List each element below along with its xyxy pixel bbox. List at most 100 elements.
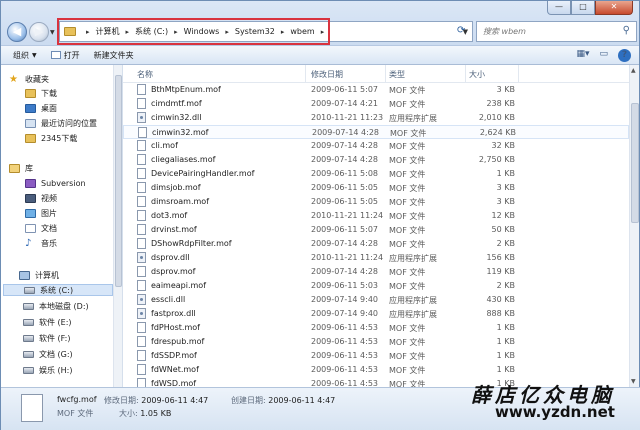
nav-computer[interactable]: 计算机 (19, 269, 59, 281)
column-divider[interactable] (385, 65, 386, 83)
breadcrumb-computer[interactable]: 计算机 (96, 26, 120, 37)
nav-music[interactable]: ♪ 音乐 (25, 237, 57, 249)
table-row[interactable]: DShowRdpFilter.mof 2009-07-14 4:28 MOF 文件 2… (123, 237, 629, 251)
preview-pane-icon[interactable]: ▭ (599, 49, 608, 62)
chevron-right-icon[interactable]: ▸ (174, 28, 178, 36)
file-date: 2009-06-11 4:53 (311, 351, 378, 360)
minimize-button[interactable]: — (547, 1, 571, 15)
file-scroll-thumb[interactable] (631, 103, 639, 223)
table-row[interactable]: dimsjob.mof 2009-06-11 5:05 MOF 文件 3 KB (123, 181, 629, 195)
file-size: 2,750 KB (478, 155, 515, 164)
table-row[interactable]: cimwin32.mof 2009-07-14 4:28 MOF 文件 2,624 K… (123, 125, 629, 139)
file-name: fdSSDP.mof (151, 351, 197, 360)
column-divider[interactable] (465, 65, 466, 83)
new-folder-button[interactable]: 新建文件夹 (94, 50, 134, 61)
nav-2345-label: 2345下载 (41, 133, 78, 143)
search-input[interactable] (483, 27, 613, 36)
table-row[interactable]: esscli.dll 2009-07-14 9:40 应用程序扩展 430 KB (123, 293, 629, 307)
chevron-right-icon[interactable]: ▸ (281, 28, 285, 36)
nav-downloads-label: 下载 (41, 88, 57, 98)
back-button[interactable]: ◀ (7, 22, 27, 42)
recent-pages-dropdown[interactable]: ▼ (50, 29, 55, 36)
table-row[interactable]: cimdmtf.mof 2009-07-14 4:21 MOF 文件 238 KB (123, 97, 629, 111)
nav-favorites[interactable]: ★ 收藏夹 (9, 73, 49, 85)
organize-button[interactable]: 组织 ▼ (13, 50, 37, 61)
mof-file-icon (137, 364, 146, 375)
nav-drive-e[interactable]: 软件 (E:) (23, 316, 72, 328)
refresh-icon[interactable]: ⟳ (457, 25, 465, 36)
column-divider[interactable] (518, 65, 519, 83)
nav-drive-f[interactable]: 软件 (F:) (23, 332, 70, 344)
column-size[interactable]: 大小 (469, 69, 485, 80)
column-date[interactable]: 修改日期 (311, 69, 343, 80)
scroll-up-icon[interactable]: ▲ (631, 67, 636, 74)
table-row[interactable]: dsprov.dll 2010-11-21 11:24 应用程序扩展 156 KB (123, 251, 629, 265)
forward-button[interactable]: ▶ (29, 22, 49, 42)
details-modified: 修改日期: 2009-06-11 4:47 (104, 395, 208, 406)
breadcrumb-drive-c[interactable]: 系统 (C:) (135, 26, 168, 37)
chevron-right-icon[interactable]: ▸ (225, 28, 229, 36)
view-options-icon[interactable]: ▦▾ (576, 49, 589, 62)
breadcrumb-wbem[interactable]: wbem (290, 27, 314, 36)
column-type[interactable]: 类型 (389, 69, 405, 80)
breadcrumb-system32[interactable]: System32 (235, 27, 275, 36)
file-date: 2009-07-14 4:28 (311, 267, 378, 276)
table-row[interactable]: fastprox.dll 2009-07-14 9:40 应用程序扩展 888 KB (123, 307, 629, 321)
table-row[interactable]: dsprov.mof 2009-07-14 4:28 MOF 文件 119 KB (123, 265, 629, 279)
table-row[interactable]: fdWNet.mof 2009-06-11 4:53 MOF 文件 1 KB (123, 363, 629, 377)
nav-libraries[interactable]: 库 (9, 162, 33, 174)
table-row[interactable]: eaimeapi.mof 2009-06-11 5:03 MOF 文件 2 KB (123, 279, 629, 293)
nav-drive-d[interactable]: 本地磁盘 (D:) (23, 300, 89, 312)
nav-desktop[interactable]: 桌面 (25, 102, 57, 114)
nav-recent-places[interactable]: 最近访问的位置 (25, 117, 97, 129)
column-divider[interactable] (305, 65, 306, 83)
chevron-right-icon[interactable]: ▸ (86, 28, 90, 36)
nav-scroll-thumb[interactable] (115, 75, 122, 287)
table-row[interactable]: fdPHost.mof 2009-06-11 4:53 MOF 文件 1 KB (123, 321, 629, 335)
nav-downloads[interactable]: 下载 (25, 87, 57, 99)
table-row[interactable]: fdSSDP.mof 2009-06-11 4:53 MOF 文件 1 KB (123, 349, 629, 363)
video-icon (25, 193, 36, 203)
nav-pictures[interactable]: 图片 (25, 207, 57, 219)
size-label: 大小: (119, 409, 138, 418)
nav-scrollbar[interactable] (113, 65, 122, 387)
table-row[interactable]: dot3.mof 2010-11-21 11:24 MOF 文件 12 KB (123, 209, 629, 223)
nav-drive-c[interactable]: 系统 (C:) (3, 284, 113, 296)
nav-drive-g[interactable]: 文档 (G:) (23, 348, 73, 360)
breadcrumb-windows[interactable]: Windows (184, 27, 220, 36)
search-icon[interactable]: ⚲ (623, 25, 630, 36)
table-row[interactable]: cli.mof 2009-07-14 4:28 MOF 文件 32 KB (123, 139, 629, 153)
file-list-scrollbar[interactable]: ▲ ▼ (629, 65, 639, 387)
table-row[interactable]: dimsroam.mof 2009-06-11 5:05 MOF 文件 3 KB (123, 195, 629, 209)
chevron-right-icon[interactable]: ▸ (126, 28, 130, 36)
search-box[interactable]: ⚲ (476, 21, 637, 42)
maximize-button[interactable]: □ (571, 1, 595, 15)
help-icon[interactable]: ? (618, 49, 631, 62)
nav-drive-label: 娱乐 (H:) (39, 365, 73, 375)
chevron-right-icon[interactable]: ▸ (321, 28, 325, 36)
column-name[interactable]: 名称 (137, 69, 153, 80)
table-row[interactable]: drvinst.mof 2009-06-11 5:07 MOF 文件 50 KB (123, 223, 629, 237)
table-row[interactable]: cimwin32.dll 2010-11-21 11:23 应用程序扩展 2,010 … (123, 111, 629, 125)
file-type: 应用程序扩展 (389, 254, 437, 263)
table-row[interactable]: DevicePairingHandler.mof 2009-06-11 5:08 M… (123, 167, 629, 181)
nav-videos[interactable]: 视频 (25, 192, 57, 204)
file-size: 32 KB (491, 141, 515, 150)
nav-subversion[interactable]: Subversion (25, 177, 86, 189)
nav-drive-h[interactable]: 娱乐 (H:) (23, 364, 73, 376)
nav-2345-downloads[interactable]: 2345下载 (25, 132, 77, 144)
close-button[interactable]: ✕ (595, 1, 633, 15)
open-button[interactable]: 打开 (50, 50, 80, 61)
nav-drive-label: 本地磁盘 (D:) (39, 301, 89, 311)
table-row[interactable]: BthMtpEnum.mof 2009-06-11 5:07 MOF 文件 3 KB (123, 83, 629, 97)
table-row[interactable]: fdrespub.mof 2009-06-11 4:53 MOF 文件 1 KB (123, 335, 629, 349)
organize-label: 组织 (13, 50, 29, 60)
nav-libraries-label: 库 (25, 163, 33, 173)
nav-documents[interactable]: 文档 (25, 222, 57, 234)
scroll-down-icon[interactable]: ▼ (631, 378, 636, 385)
address-bar[interactable]: ▸ 计算机 ▸ 系统 (C:) ▸ Windows ▸ System32 ▸ w… (59, 21, 473, 42)
caption-buttons: — □ ✕ (547, 1, 633, 15)
file-type: 应用程序扩展 (389, 114, 437, 123)
table-row[interactable]: cliegaliases.mof 2009-07-14 4:28 MOF 文件 2,7… (123, 153, 629, 167)
file-name: DevicePairingHandler.mof (151, 169, 255, 178)
